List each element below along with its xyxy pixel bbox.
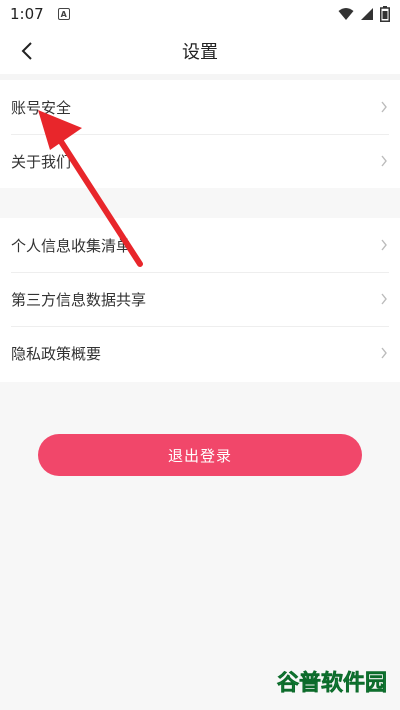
back-arrow-icon	[21, 42, 32, 60]
status-time: 1:07	[10, 5, 44, 23]
settings-item-personal-info-list[interactable]: 个人信息收集清单	[0, 218, 400, 272]
settings-item-label: 关于我们	[11, 152, 72, 171]
back-button[interactable]	[12, 36, 42, 66]
logout-button[interactable]: 退出登录	[38, 434, 362, 476]
settings-item-label: 个人信息收集清单	[11, 236, 132, 255]
settings-item-label: 第三方信息数据共享	[11, 290, 147, 309]
wifi-icon	[338, 8, 354, 20]
settings-group-account: 账号安全 关于我们	[0, 80, 400, 188]
status-bar: 1:07 A	[0, 0, 400, 28]
watermark-logo: 谷普软件园	[277, 670, 388, 697]
settings-item-privacy-summary[interactable]: 隐私政策概要	[0, 326, 400, 380]
chevron-right-icon	[380, 155, 388, 167]
signal-icon	[361, 8, 373, 20]
chevron-right-icon	[380, 293, 388, 305]
chevron-right-icon	[380, 239, 388, 251]
battery-icon	[380, 6, 390, 22]
chevron-right-icon	[380, 101, 388, 113]
settings-page: 1:07 A 设置 账号安全 关于我们 个人信息收集清单 第三方信息数据共享 隐…	[0, 0, 400, 710]
page-title: 设置	[182, 42, 218, 63]
settings-item-account-security[interactable]: 账号安全	[0, 80, 400, 134]
settings-item-label: 隐私政策概要	[11, 344, 102, 363]
settings-item-about-us[interactable]: 关于我们	[0, 134, 400, 188]
watermark-text: 谷普软件园	[277, 670, 387, 696]
settings-item-third-party-sharing[interactable]: 第三方信息数据共享	[0, 272, 400, 326]
settings-group-privacy: 个人信息收集清单 第三方信息数据共享 隐私政策概要	[0, 218, 400, 382]
settings-item-label: 账号安全	[11, 98, 72, 117]
notification-icon: A	[57, 8, 70, 20]
status-icons	[338, 6, 390, 22]
chevron-right-icon	[380, 347, 388, 359]
header-bar: 设置	[0, 28, 400, 74]
